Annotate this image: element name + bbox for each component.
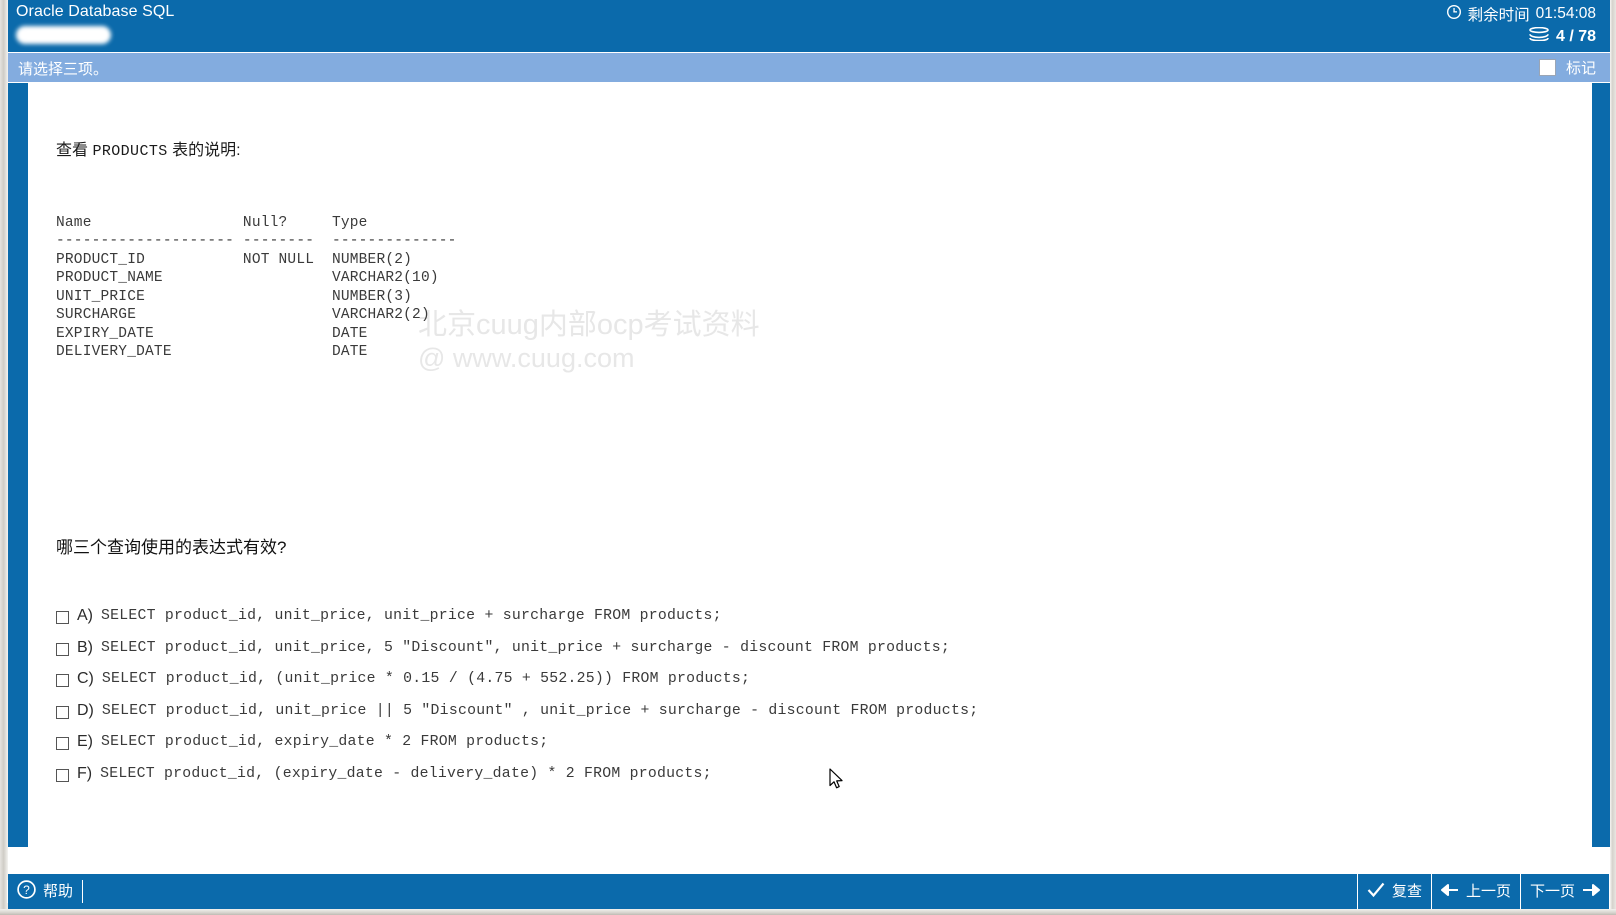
- footer-spacer: [83, 874, 1358, 909]
- answer-checkbox-e[interactable]: [56, 737, 69, 750]
- answer-checkbox-b[interactable]: [56, 642, 69, 656]
- time-remaining: 剩余时间 01:54:08: [1446, 3, 1596, 25]
- previous-page-button[interactable]: 上一页: [1430, 874, 1521, 909]
- answer-text-d: SELECT product_id, unit_price || 5 "Disc…: [101, 702, 979, 719]
- answer-checkbox-d[interactable]: [56, 705, 69, 719]
- answer-text-b: SELECT product_id, unit_price, 5 "Discou…: [101, 639, 951, 656]
- answer-text-e: SELECT product_id, expiry_date * 2 FROM …: [101, 734, 549, 750]
- window-frame-right: [1610, 0, 1616, 915]
- question-progress: 4 / 78: [1529, 26, 1596, 46]
- answer-option-c[interactable]: C) SELECT product_id, (unit_price * 0.15…: [56, 669, 1556, 701]
- footer-toolbar: ? 帮助 复查 上一页 下一页: [7, 874, 1610, 909]
- answer-letter-b: B): [77, 638, 93, 656]
- app-title: Oracle Database SQL: [16, 3, 175, 20]
- exhibit-stem-suffix: 表的说明:: [167, 142, 241, 159]
- footer-left-group: ? 帮助: [7, 874, 84, 909]
- next-page-button[interactable]: 下一页: [1519, 874, 1610, 909]
- help-button-label: 帮助: [43, 883, 74, 900]
- arrow-right-icon: [1582, 882, 1600, 902]
- question-mark-icon: ?: [17, 880, 36, 903]
- check-mark-icon: [1367, 882, 1385, 902]
- previous-page-label: 上一页: [1465, 883, 1511, 900]
- footer-right-group: 复查 上一页 下一页: [1356, 874, 1610, 909]
- arrow-left-icon: [1440, 882, 1459, 902]
- answer-letter-e: E): [77, 733, 93, 750]
- next-page-label: 下一页: [1529, 883, 1575, 900]
- answer-option-f[interactable]: F) SELECT product_id, (expiry_date - del…: [56, 764, 1556, 796]
- mark-question-label: 标记: [1565, 60, 1596, 77]
- exam-window: Oracle Database SQL 剩余时间 01:54:08 4 / 78…: [0, 0, 1616, 915]
- help-button[interactable]: ? 帮助: [7, 880, 84, 903]
- answer-letter-c: C): [77, 670, 94, 687]
- answer-letter-f: F): [77, 764, 93, 782]
- question-progress-value: 4 / 78: [1555, 27, 1596, 45]
- answer-option-a[interactable]: A) SELECT product_id, unit_price, unit_p…: [56, 606, 1556, 638]
- answer-checkbox-c[interactable]: [56, 674, 69, 687]
- exhibit-stem: 查看 PRODUCTS 表的说明:: [56, 136, 1592, 160]
- review-button[interactable]: 复查: [1356, 874, 1432, 909]
- left-accent-bar: [8, 83, 28, 847]
- question-text: 哪三个查询使用的表达式有效?: [56, 538, 287, 557]
- answer-checkbox-f[interactable]: [56, 768, 69, 782]
- exhibit-stem-table-name: PRODUCTS: [92, 143, 168, 160]
- right-accent-bar: [1592, 83, 1610, 847]
- answer-text-a: SELECT product_id, unit_price, unit_pric…: [101, 608, 722, 624]
- exhibit-stem-prefix: 查看: [56, 142, 93, 159]
- mark-question-checkbox[interactable]: [1538, 59, 1556, 76]
- mark-question-control[interactable]: 标记: [1538, 57, 1596, 78]
- question-content-area: 北京cuug内部ocp考试资料 @ www.cuug.com 查看 PRODUC…: [28, 83, 1592, 847]
- answer-text-f: SELECT product_id, (expiry_date - delive…: [100, 765, 712, 782]
- time-remaining-value: 01:54:08: [1535, 5, 1596, 22]
- stacked-pages-icon: [1529, 26, 1549, 46]
- redacted-candidate-name: [16, 26, 111, 44]
- window-frame-left: [0, 0, 8, 915]
- answer-options-list: A) SELECT product_id, unit_price, unit_p…: [56, 606, 1556, 795]
- window-frame-bottom: [0, 909, 1616, 915]
- instruction-bar: 请选择三项。 标记: [8, 52, 1610, 83]
- table-description: Name Null? Type -------------------- ---…: [56, 214, 457, 361]
- clock-icon: [1446, 4, 1462, 25]
- answer-letter-d: D): [77, 701, 94, 719]
- answer-letter-a: A): [77, 607, 93, 624]
- answer-option-e[interactable]: E) SELECT product_id, expiry_date * 2 FR…: [56, 732, 1556, 764]
- answer-text-c: SELECT product_id, (unit_price * 0.15 / …: [101, 671, 751, 687]
- app-header: Oracle Database SQL 剩余时间 01:54:08 4 / 78: [8, 0, 1610, 52]
- review-button-label: 复查: [1391, 883, 1422, 900]
- time-remaining-label: 剩余时间: [1467, 7, 1530, 24]
- answer-option-b[interactable]: B) SELECT product_id, unit_price, 5 "Dis…: [56, 638, 1556, 670]
- instruction-text: 请选择三项。: [18, 61, 109, 78]
- svg-text:?: ?: [23, 883, 30, 897]
- answer-checkbox-a[interactable]: [56, 611, 69, 624]
- answer-option-d[interactable]: D) SELECT product_id, unit_price || 5 "D…: [56, 701, 1556, 733]
